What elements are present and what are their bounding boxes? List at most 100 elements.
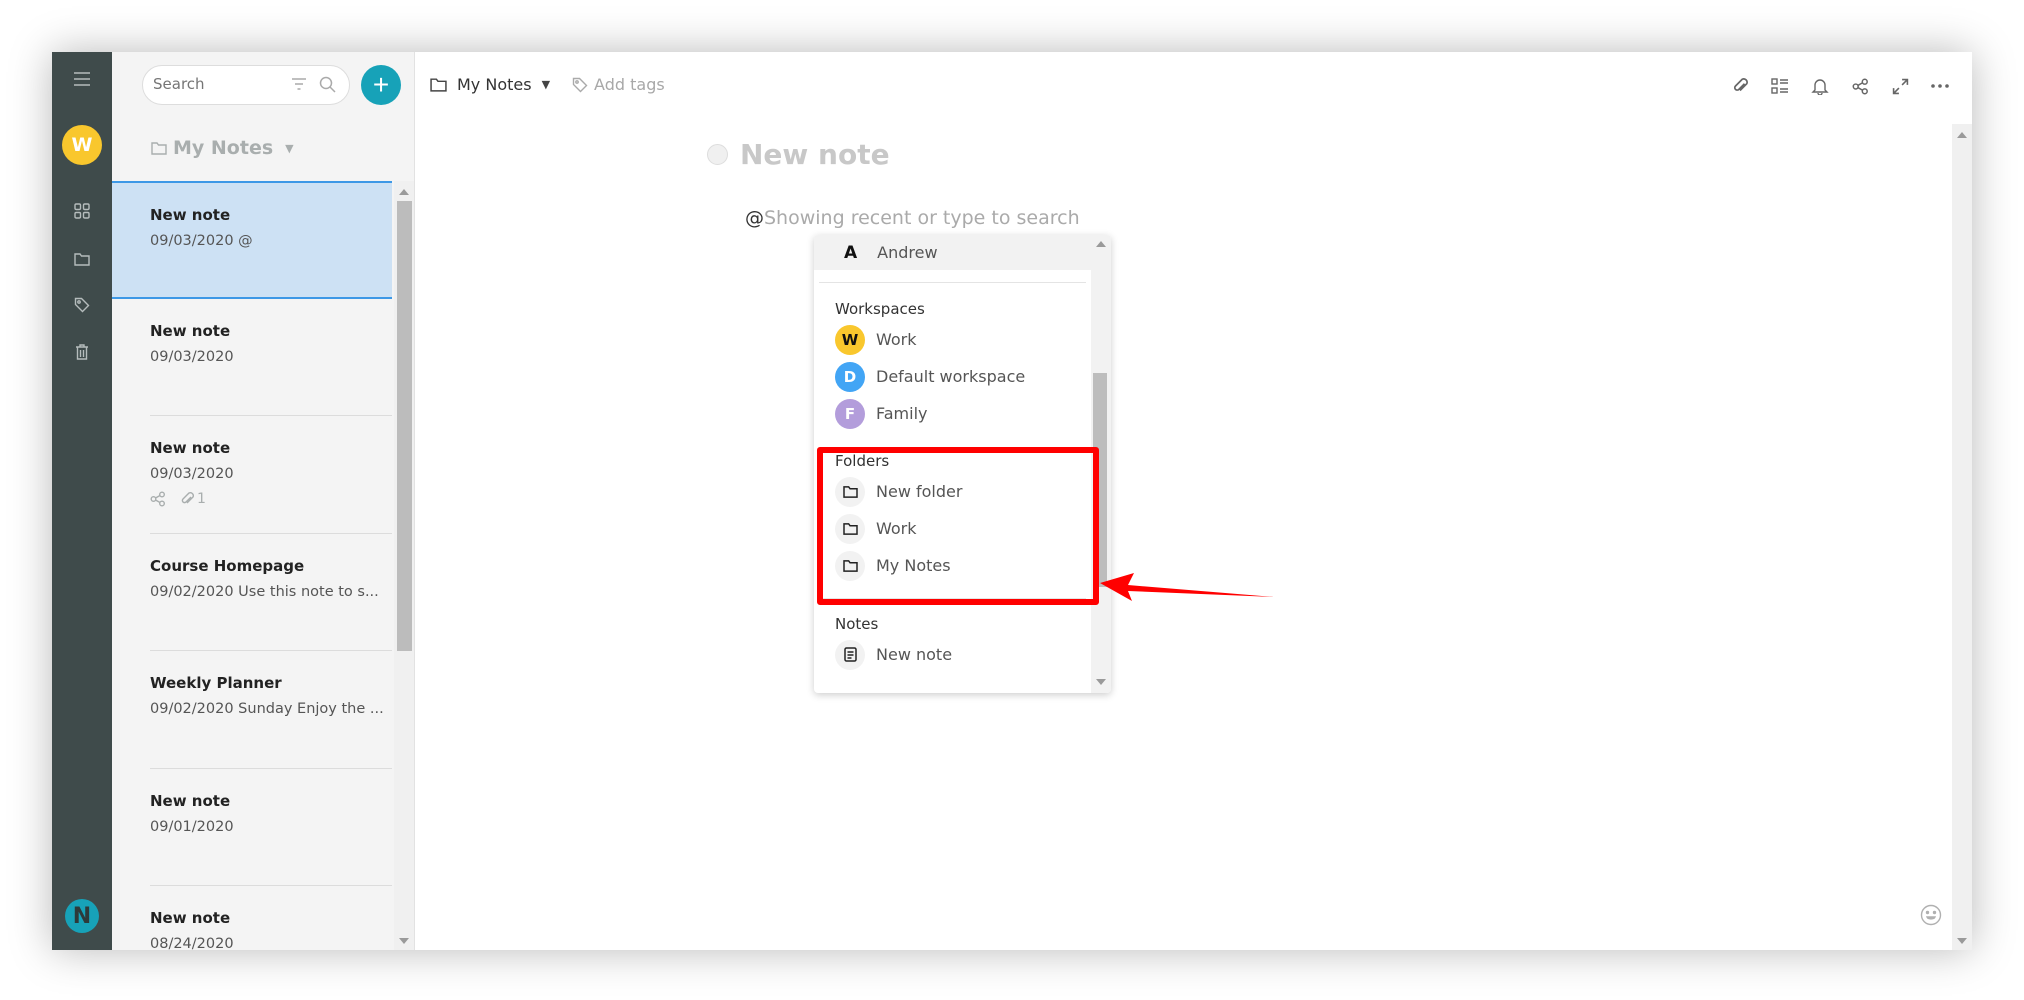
- folder-item-work[interactable]: Work: [814, 510, 1091, 547]
- editor-scrollbar[interactable]: [1952, 124, 1972, 950]
- mention-input[interactable]: @ Showing recent or type to search: [745, 207, 1080, 229]
- left-rail: W N: [52, 52, 112, 950]
- folder-name: My Notes: [876, 556, 951, 575]
- folder-icon: [835, 476, 865, 507]
- editor-pane: My Notes ▼ Add tags New note @ Showing r…: [415, 52, 1972, 950]
- list-item[interactable]: Course Homepage 09/02/2020 Use this note…: [112, 534, 392, 652]
- editor-toolbar-left: My Notes ▼ Add tags: [430, 75, 665, 94]
- attachment-count: 1: [197, 491, 206, 507]
- note-title: Weekly Planner: [150, 674, 282, 692]
- list-item[interactable]: New note 09/03/2020 1: [112, 416, 392, 534]
- notes-list: New note 09/03/2020 @ New note 09/03/202…: [112, 181, 392, 950]
- folder-name: Work: [876, 519, 917, 538]
- folder-icon: [835, 550, 865, 581]
- note-status-checkbox[interactable]: [707, 144, 728, 165]
- folder-selector[interactable]: My Notes: [457, 75, 532, 94]
- mention-hint: Showing recent or type to search: [764, 207, 1080, 229]
- add-note-button[interactable]: +: [361, 65, 401, 105]
- tag-icon: [572, 77, 588, 92]
- list-item[interactable]: New note 08/24/2020: [112, 886, 392, 950]
- folder-icon[interactable]: [70, 247, 94, 271]
- folder-title: My Notes: [173, 137, 274, 159]
- share-icon[interactable]: [1848, 74, 1872, 98]
- workspace-name: Default workspace: [876, 367, 1026, 386]
- note-subtitle: 09/03/2020: [150, 466, 234, 482]
- note-subtitle: 08/24/2020: [150, 936, 234, 950]
- attachment-icon: [181, 492, 194, 504]
- workspace-item-default[interactable]: D Default workspace: [814, 358, 1091, 395]
- scroll-up-icon[interactable]: [399, 189, 409, 195]
- note-meta: 1: [150, 491, 392, 507]
- mention-trigger: @: [745, 207, 764, 229]
- note-title: New note: [150, 909, 231, 927]
- note-title: New note: [150, 321, 231, 340]
- chevron-down-icon[interactable]: ▼: [542, 78, 550, 91]
- note-list-scrollbar[interactable]: [394, 181, 414, 950]
- trash-icon[interactable]: [70, 340, 94, 364]
- annotation-arrow-icon: [1100, 573, 1274, 601]
- note-item[interactable]: New note: [814, 636, 1091, 673]
- editor-toolbar-right: [1728, 74, 1952, 98]
- workspace-avatar[interactable]: W: [62, 125, 102, 165]
- workspaces-heading: Workspaces: [835, 300, 925, 318]
- list-item[interactable]: New note 09/03/2020 @: [112, 181, 392, 299]
- add-tags-label: Add tags: [594, 75, 665, 94]
- note-subtitle: 09/03/2020 @: [150, 233, 253, 249]
- mention-user-item[interactable]: A Andrew: [814, 235, 1091, 270]
- hamburger-menu-icon[interactable]: [70, 67, 94, 91]
- user-name: Andrew: [877, 243, 938, 262]
- workspace-item-work[interactable]: W Work: [814, 321, 1091, 358]
- folder-selector[interactable]: My Notes ▼: [151, 137, 294, 159]
- workspace-name: Work: [876, 330, 917, 349]
- note-title: New note: [150, 206, 231, 224]
- user-initial: A: [844, 242, 858, 263]
- expand-icon[interactable]: [1888, 74, 1912, 98]
- mention-dropdown-list: A Andrew Workspaces W Work D Default wor…: [814, 235, 1091, 673]
- search-icon[interactable]: [319, 76, 336, 97]
- divider: [819, 282, 1086, 283]
- note-title-row: New note: [707, 138, 890, 171]
- folder-item-new-folder[interactable]: New folder: [814, 473, 1091, 510]
- bell-icon[interactable]: [1808, 74, 1832, 98]
- note-list-panel: + My Notes ▼ New note 09/03/2020 @ New n…: [112, 52, 415, 950]
- app-window: W N + My Notes ▼: [52, 52, 1972, 950]
- app-logo: N: [65, 899, 99, 933]
- note-title: New note: [150, 791, 231, 810]
- scrollbar-thumb[interactable]: [1093, 373, 1107, 587]
- note-title-input[interactable]: New note: [740, 138, 890, 171]
- filter-icon[interactable]: [291, 76, 307, 96]
- list-item[interactable]: New note 09/03/2020: [112, 299, 392, 417]
- scroll-down-icon[interactable]: [1096, 679, 1106, 685]
- note-subtitle: 09/02/2020 Sunday Enjoy the ...: [150, 701, 384, 717]
- folders-heading: Folders: [835, 452, 890, 470]
- scroll-down-icon[interactable]: [1957, 938, 1967, 944]
- search-input[interactable]: [153, 75, 273, 93]
- add-tags-button[interactable]: Add tags: [572, 75, 665, 94]
- checklist-icon[interactable]: [1768, 74, 1792, 98]
- folder-icon: [151, 142, 167, 155]
- dropdown-scrollbar[interactable]: [1091, 235, 1111, 693]
- workspace-item-family[interactable]: F Family: [814, 395, 1091, 432]
- mention-dropdown: A Andrew Workspaces W Work D Default wor…: [814, 235, 1111, 693]
- list-item[interactable]: New note 09/01/2020: [112, 769, 392, 887]
- scrollbar-thumb[interactable]: [397, 201, 412, 651]
- note-title: New note: [150, 439, 231, 457]
- scroll-up-icon[interactable]: [1096, 241, 1106, 247]
- scroll-up-icon[interactable]: [1957, 132, 1967, 138]
- folder-item-my-notes[interactable]: My Notes: [814, 547, 1091, 584]
- workspace-avatar: W: [835, 324, 865, 355]
- emoji-icon[interactable]: [1920, 904, 1942, 930]
- tag-icon[interactable]: [70, 293, 94, 317]
- notes-heading: Notes: [835, 615, 879, 633]
- workspace-avatar: F: [835, 398, 865, 429]
- share-icon: [150, 491, 165, 507]
- note-icon: [835, 639, 865, 670]
- attachment-icon[interactable]: [1728, 74, 1752, 98]
- grid-icon[interactable]: [70, 199, 94, 223]
- note-subtitle: 09/02/2020 Use this note to s...: [150, 583, 379, 600]
- scroll-down-icon[interactable]: [399, 938, 409, 944]
- more-icon[interactable]: [1928, 74, 1952, 98]
- note-subtitle: 09/03/2020: [150, 348, 234, 365]
- list-item[interactable]: Weekly Planner 09/02/2020 Sunday Enjoy t…: [112, 651, 392, 769]
- workspace-avatar: D: [835, 361, 865, 392]
